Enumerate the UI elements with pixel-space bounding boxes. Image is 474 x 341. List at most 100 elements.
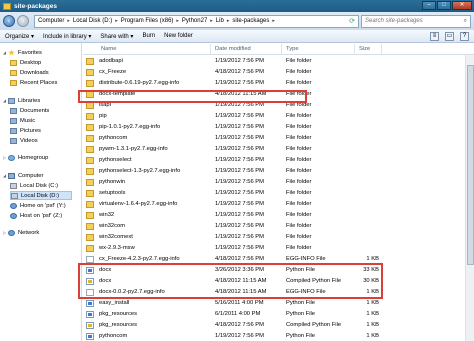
chevron-right-icon[interactable]: ▸ bbox=[176, 18, 179, 24]
file-row[interactable]: distribute-0.6.19-py2.7.egg-info 1/19/201… bbox=[83, 78, 474, 89]
column-date-modified[interactable]: Date modified bbox=[215, 46, 251, 52]
breadcrumb-lib[interactable]: Lib bbox=[216, 18, 224, 24]
file-row[interactable]: pythonwin 1/19/2012 7:56 PM File folder bbox=[83, 177, 474, 188]
file-row[interactable]: setuptools 1/19/2012 7:56 PM File folder bbox=[83, 188, 474, 199]
file-row[interactable]: cx_Freeze-4.2.3-py2.7.egg-info 4/18/2012 … bbox=[83, 254, 474, 265]
column-size[interactable]: Size bbox=[359, 46, 370, 52]
file-type: Python File bbox=[286, 267, 315, 273]
close-button[interactable]: ✕ bbox=[452, 1, 472, 10]
forward-button[interactable]: › bbox=[17, 15, 29, 27]
expand-icon[interactable]: ▷ bbox=[2, 155, 7, 160]
nav-label: Computer bbox=[18, 172, 44, 179]
file-row[interactable]: pythoncom 1/19/2012 7:56 PM Python File 1 K… bbox=[83, 331, 474, 341]
search-input[interactable]: Search site-packages ⌕ bbox=[361, 14, 471, 28]
file-row[interactable]: win32 1/19/2012 7:56 PM File folder bbox=[83, 210, 474, 221]
nav-music[interactable]: Music bbox=[10, 116, 35, 125]
file-row[interactable]: pythonselect 1/19/2012 7:56 PM File folder bbox=[83, 155, 474, 166]
nav-label: Favorites bbox=[18, 49, 42, 56]
nav-favorites[interactable]: ◢ Favorites bbox=[2, 48, 42, 57]
include-in-library-button[interactable]: Include in library ▾ bbox=[43, 33, 91, 40]
file-date: 1/19/2012 7:56 PM bbox=[215, 333, 264, 339]
file-name: win32com bbox=[99, 223, 126, 229]
file-date: 1/19/2012 7:56 PM bbox=[215, 157, 264, 163]
nav-homegroup[interactable]: ▷ Homegroup bbox=[2, 153, 48, 162]
vertical-scrollbar[interactable] bbox=[465, 55, 474, 341]
maximize-button[interactable]: □ bbox=[437, 1, 451, 10]
chevron-right-icon[interactable]: ▸ bbox=[227, 18, 230, 24]
new-folder-button[interactable]: New folder bbox=[164, 33, 193, 39]
nav-libraries[interactable]: ◢ Libraries bbox=[2, 96, 40, 105]
file-row[interactable]: pip 1/19/2012 7:56 PM File folder bbox=[83, 111, 474, 122]
nav-host-psf[interactable]: Host on 'psf' (Z:) bbox=[10, 211, 62, 220]
column-name[interactable]: Name bbox=[101, 46, 116, 52]
info-file-icon bbox=[86, 256, 94, 263]
organize-button[interactable]: Organize ▾ bbox=[5, 33, 34, 40]
chevron-right-icon[interactable]: ▸ bbox=[115, 18, 118, 24]
nav-local-disk-c[interactable]: Local Disk (C:) bbox=[10, 181, 58, 190]
nav-network[interactable]: ▷ Network bbox=[2, 228, 39, 237]
file-name: pythonselect bbox=[99, 157, 132, 163]
star-icon bbox=[8, 49, 15, 56]
file-row[interactable]: cx_Freeze 4/18/2012 7:56 PM File folder bbox=[83, 67, 474, 78]
chevron-right-icon[interactable]: ▸ bbox=[67, 18, 70, 24]
folder-icon bbox=[86, 212, 94, 219]
search-icon[interactable]: ⌕ bbox=[464, 18, 467, 25]
nav-videos[interactable]: Videos bbox=[10, 136, 38, 145]
file-row[interactable]: pkg_resources 6/1/2011 4:00 PM Python File… bbox=[83, 309, 474, 320]
nav-label: Documents bbox=[20, 107, 50, 114]
folder-icon bbox=[86, 58, 94, 65]
file-row[interactable]: pythoncom 1/19/2012 7:56 PM File folder bbox=[83, 133, 474, 144]
address-bar[interactable]: Computer ▸ Local Disk (D:) ▸ Program Fil… bbox=[34, 14, 359, 28]
scrollbar-thumb[interactable] bbox=[467, 65, 474, 265]
expand-icon[interactable]: ◢ bbox=[2, 173, 7, 178]
expand-icon[interactable]: ◢ bbox=[2, 50, 7, 55]
nav-downloads[interactable]: Downloads bbox=[10, 68, 49, 77]
file-name: docx bbox=[99, 278, 112, 284]
file-row[interactable]: wx-2.9.3-msw 1/19/2012 7:56 PM File folder bbox=[83, 243, 474, 254]
breadcrumb-site-packages[interactable]: site-packages bbox=[232, 18, 269, 24]
file-row[interactable]: win32com 1/19/2012 7:56 PM File folder bbox=[83, 221, 474, 232]
file-row[interactable]: virtualenv-1.6.4-py2.7.egg-info 1/19/2012… bbox=[83, 199, 474, 210]
file-row[interactable]: win32comext 1/19/2012 7:56 PM File folder bbox=[83, 232, 474, 243]
view-options-icon[interactable]: ≡ bbox=[430, 31, 439, 41]
nav-recent-places[interactable]: Recent Places bbox=[10, 78, 57, 87]
minimize-button[interactable]: – bbox=[422, 1, 436, 10]
column-type[interactable]: Type bbox=[286, 46, 299, 52]
file-row[interactable]: pythonselect-1.3-py2.7.egg-info 1/19/2012… bbox=[83, 166, 474, 177]
chevron-right-icon[interactable]: ▸ bbox=[272, 18, 275, 24]
help-icon[interactable]: ? bbox=[460, 31, 469, 41]
file-name: pythoncom bbox=[99, 333, 128, 339]
refresh-icon[interactable]: ⟳ bbox=[349, 17, 355, 25]
nav-pictures[interactable]: Pictures bbox=[10, 126, 41, 135]
file-row[interactable]: docx-0.0.2-py2.7.egg-info 4/18/2012 11:15… bbox=[83, 287, 474, 298]
file-row[interactable]: pywm-1.3.1-py2.7.egg-info 1/19/2012 7:56 … bbox=[83, 144, 474, 155]
nav-home-psf[interactable]: Home on 'psf' (Y:) bbox=[10, 201, 66, 210]
expand-icon[interactable]: ◢ bbox=[2, 98, 7, 103]
nav-documents[interactable]: Documents bbox=[10, 106, 49, 115]
file-row[interactable]: docx 3/26/2012 3:36 PM Python File 33 KB bbox=[83, 265, 474, 276]
file-date: 1/19/2012 7:56 PM bbox=[215, 135, 264, 141]
nav-computer[interactable]: ◢ Computer bbox=[2, 171, 43, 180]
expand-icon[interactable]: ▷ bbox=[2, 230, 7, 235]
breadcrumb-local-disk-d[interactable]: Local Disk (D:) bbox=[73, 18, 112, 24]
breadcrumb-program-files[interactable]: Program Files (x86) bbox=[121, 18, 174, 24]
share-with-button[interactable]: Share with ▾ bbox=[100, 33, 133, 40]
music-icon bbox=[10, 117, 17, 124]
preview-pane-icon[interactable]: ▭ bbox=[445, 31, 454, 41]
file-row[interactable]: pkg_resources 4/18/2012 7:56 PM Compiled P… bbox=[83, 320, 474, 331]
nav-desktop[interactable]: Desktop bbox=[10, 58, 41, 67]
file-row[interactable]: isapi 1/19/2012 7:56 PM File folder bbox=[83, 100, 474, 111]
chevron-right-icon[interactable]: ▸ bbox=[210, 18, 213, 24]
file-row[interactable]: docx-template 4/18/2012 11:15 AM File fold… bbox=[83, 89, 474, 100]
file-date: 4/18/2012 11:15 AM bbox=[215, 91, 267, 97]
nav-local-disk-d[interactable]: Local Disk (D:) bbox=[10, 191, 72, 200]
burn-button[interactable]: Burn bbox=[142, 33, 155, 39]
file-row[interactable]: easy_install 5/16/2011 4:00 PM Python File… bbox=[83, 298, 474, 309]
back-button[interactable]: ‹ bbox=[3, 15, 15, 27]
file-type: File folder bbox=[286, 102, 312, 108]
file-row[interactable]: pip-1.0.1-py2.7.egg-info 1/19/2012 7:56 P… bbox=[83, 122, 474, 133]
file-row[interactable]: adodbapi 1/19/2012 7:56 PM File folder bbox=[83, 56, 474, 67]
breadcrumb-python27[interactable]: Python27 bbox=[182, 18, 207, 24]
file-row[interactable]: docx 4/18/2012 11:15 AM Compiled Python Fi… bbox=[83, 276, 474, 287]
breadcrumb-computer[interactable]: Computer bbox=[38, 18, 64, 24]
